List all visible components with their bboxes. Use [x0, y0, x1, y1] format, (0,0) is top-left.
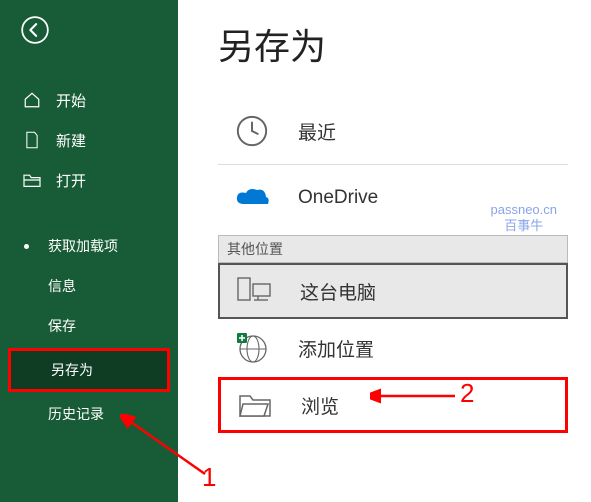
location-label: OneDrive [298, 187, 378, 209]
page-title: 另存为 [218, 18, 591, 70]
home-icon [22, 91, 42, 109]
nav-addins[interactable]: 获取加载项 [0, 226, 178, 266]
location-this-pc[interactable]: 这台电脑 [218, 263, 568, 319]
location-label: 添加位置 [298, 335, 374, 362]
file-new-icon [22, 131, 42, 149]
nav-save-as[interactable]: 另存为 [8, 348, 170, 392]
back-arrow-icon [21, 16, 49, 44]
nav-label: 另存为 [51, 360, 93, 380]
nav-label: 信息 [48, 276, 76, 296]
nav-label: 保存 [48, 316, 76, 336]
add-place-icon [232, 331, 272, 365]
folder-open-icon [22, 172, 42, 188]
watermark-url: passneo.cn [491, 202, 558, 218]
location-label: 这台电脑 [300, 278, 376, 305]
folder-icon [235, 392, 275, 418]
divider [218, 164, 568, 165]
main-panel: 另存为 最近 OneDrive 其他位置 这台电脑 添加位置 [178, 0, 591, 502]
sidebar: 开始 新建 打开 获取加载项 信息 保存 另存为 历 [0, 0, 178, 502]
clock-icon [232, 114, 272, 148]
location-label: 最近 [298, 118, 336, 145]
nav-label: 打开 [56, 170, 86, 191]
nav-new[interactable]: 新建 [0, 120, 178, 160]
section-other-locations: 其他位置 [218, 235, 568, 263]
bullet-icon [24, 244, 29, 249]
nav-history[interactable]: 历史记录 [0, 394, 178, 434]
location-recent[interactable]: 最近 [218, 102, 568, 160]
annotation-number-2: 2 [460, 378, 474, 409]
location-add-place[interactable]: 添加位置 [218, 319, 568, 377]
annotation-number-1: 1 [202, 462, 216, 493]
nav-open[interactable]: 打开 [0, 160, 178, 200]
watermark: passneo.cn 百事牛 [491, 202, 558, 233]
location-browse[interactable]: 浏览 [218, 377, 568, 433]
location-label: 浏览 [301, 392, 339, 419]
nav-save[interactable]: 保存 [0, 306, 178, 346]
nav-label: 获取加载项 [48, 236, 118, 256]
back-button[interactable] [15, 10, 55, 50]
nav-home[interactable]: 开始 [0, 80, 178, 120]
onedrive-icon [232, 186, 272, 210]
nav-info[interactable]: 信息 [0, 266, 178, 306]
nav-label: 新建 [56, 130, 86, 151]
nav-label: 开始 [56, 90, 86, 111]
watermark-text: 百事牛 [491, 218, 558, 234]
nav-label: 历史记录 [48, 404, 104, 424]
pc-icon [234, 276, 274, 306]
